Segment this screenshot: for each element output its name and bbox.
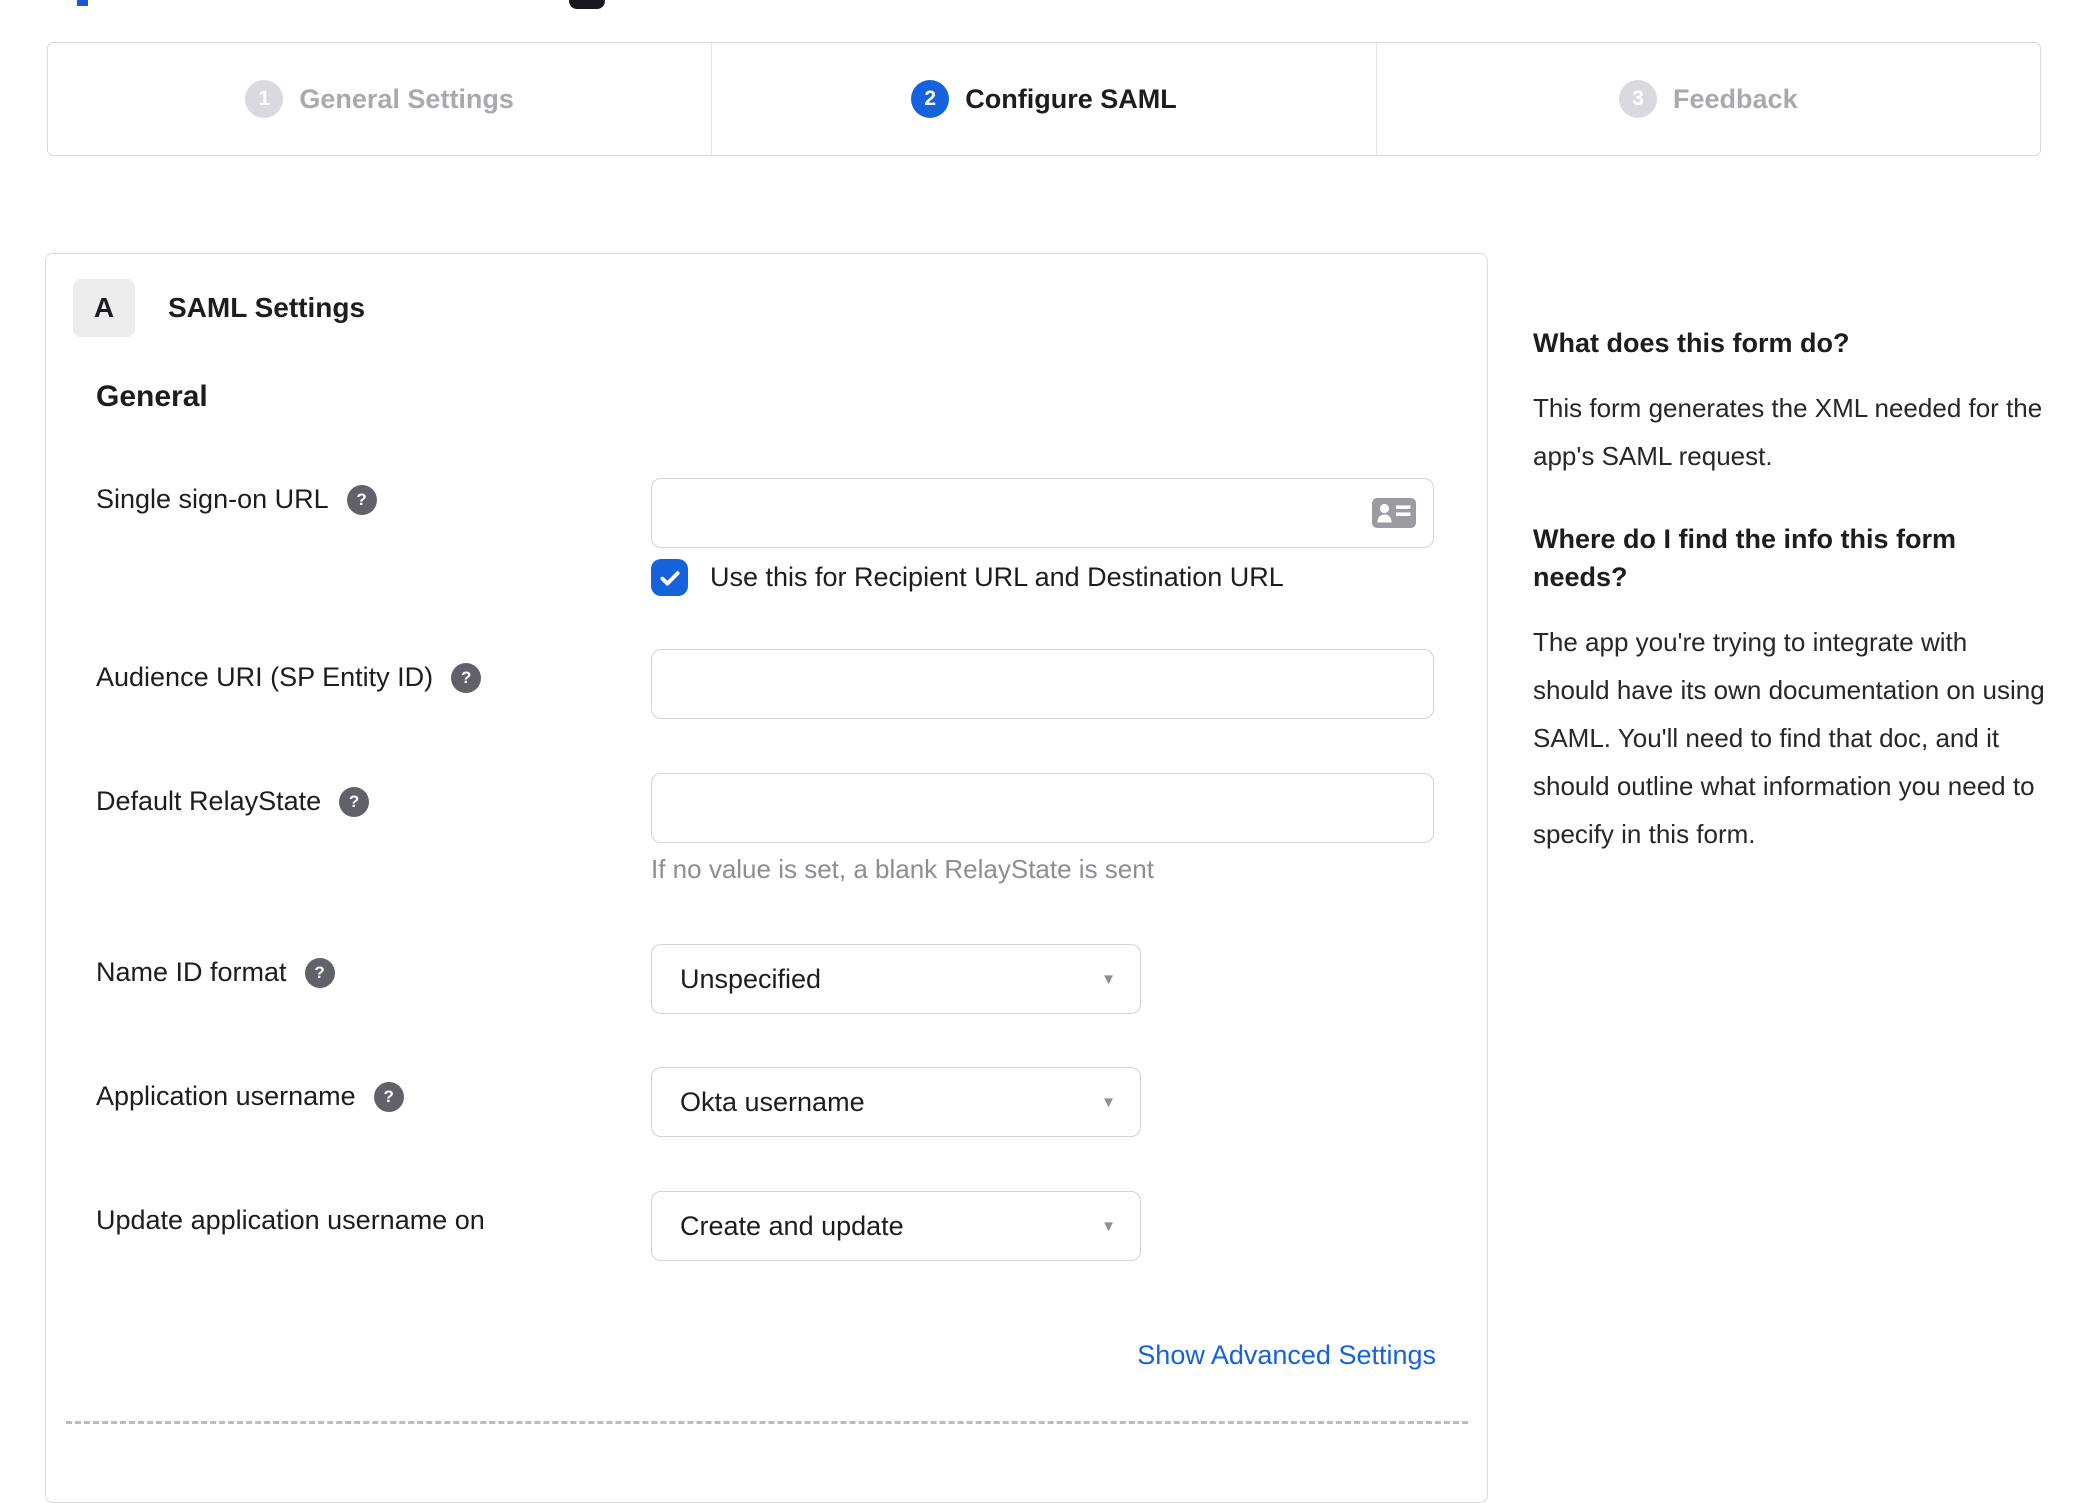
- help-icon[interactable]: ?: [339, 786, 370, 817]
- help-icon[interactable]: ?: [451, 662, 482, 693]
- relaystate-input[interactable]: [651, 773, 1434, 843]
- select-value: Okta username: [680, 1086, 865, 1117]
- update-username-label-row: Update application username on: [96, 1205, 485, 1236]
- contact-card-icon[interactable]: [1371, 497, 1417, 529]
- update-username-select[interactable]: Create and update ▼: [651, 1191, 1141, 1261]
- sidebar-heading-what: What does this form do?: [1533, 328, 1850, 358]
- audience-uri-input[interactable]: [651, 649, 1434, 719]
- step-number-badge: 3: [1619, 80, 1658, 118]
- card-title: SAML Settings: [168, 292, 366, 323]
- general-section-heading: General: [96, 380, 208, 413]
- app-username-select[interactable]: Okta username ▼: [651, 1067, 1141, 1137]
- audience-uri-label-row: Audience URI (SP Entity ID) ?: [96, 662, 482, 693]
- select-value: Unspecified: [680, 963, 822, 994]
- sso-url-label: Single sign-on URL: [96, 484, 329, 514]
- chevron-down-icon: ▼: [1101, 970, 1116, 988]
- help-icon[interactable]: ?: [346, 484, 377, 515]
- app-username-label: Application username: [96, 1081, 356, 1111]
- top-control-fragment: [569, 0, 605, 9]
- step-label: Configure SAML: [965, 83, 1177, 114]
- chevron-down-icon: ▼: [1101, 1093, 1116, 1111]
- sso-url-label-row: Single sign-on URL ?: [96, 484, 377, 515]
- recipient-url-checkbox-row: Use this for Recipient URL and Destinati…: [651, 559, 1284, 596]
- chevron-down-icon: ▼: [1101, 1217, 1116, 1235]
- step-label: Feedback: [1673, 83, 1798, 114]
- app-username-label-row: Application username ?: [96, 1081, 404, 1112]
- step-feedback[interactable]: 3 Feedback: [1375, 43, 2040, 155]
- sidebar-body-where: The app you're trying to integrate with …: [1533, 627, 2045, 849]
- checkmark-icon: [659, 570, 680, 586]
- step-number-badge: 2: [911, 80, 950, 118]
- select-value: Create and update: [680, 1210, 904, 1241]
- section-a-badge: A: [73, 279, 135, 337]
- name-id-format-label: Name ID format: [96, 957, 287, 987]
- name-id-format-label-row: Name ID format ?: [96, 957, 335, 988]
- step-configure-saml[interactable]: 2 Configure SAML: [711, 43, 1375, 155]
- help-sidebar: What does this form do? This form genera…: [1533, 324, 2047, 898]
- section-dashed-divider: [66, 1421, 1468, 1424]
- recipient-url-checkbox-label: Use this for Recipient URL and Destinati…: [710, 562, 1284, 592]
- wizard-stepper: 1 General Settings 2 Configure SAML 3 Fe…: [47, 42, 2041, 156]
- relaystate-label: Default RelayState: [96, 786, 322, 816]
- show-advanced-settings-link[interactable]: Show Advanced Settings: [1137, 1340, 1436, 1371]
- logo-fragment: [77, 0, 88, 6]
- step-number-badge: 1: [245, 80, 284, 118]
- saml-settings-card: A SAML Settings General Single sign-on U…: [45, 253, 1488, 1503]
- sidebar-body-what: This form generates the XML needed for t…: [1533, 393, 2043, 471]
- recipient-url-checkbox[interactable]: [651, 559, 688, 596]
- help-icon[interactable]: ?: [304, 957, 335, 988]
- relaystate-label-row: Default RelayState ?: [96, 786, 370, 817]
- update-username-label: Update application username on: [96, 1205, 485, 1235]
- relaystate-hint: If no value is set, a blank RelayState i…: [651, 854, 1154, 884]
- audience-uri-label: Audience URI (SP Entity ID): [96, 662, 434, 692]
- step-label: General Settings: [299, 83, 514, 114]
- help-icon[interactable]: ?: [373, 1081, 404, 1112]
- sso-url-input[interactable]: [651, 478, 1434, 548]
- sidebar-heading-where: Where do I find the info this form needs…: [1533, 524, 1956, 592]
- name-id-format-select[interactable]: Unspecified ▼: [651, 944, 1141, 1014]
- step-general-settings[interactable]: 1 General Settings: [48, 43, 711, 155]
